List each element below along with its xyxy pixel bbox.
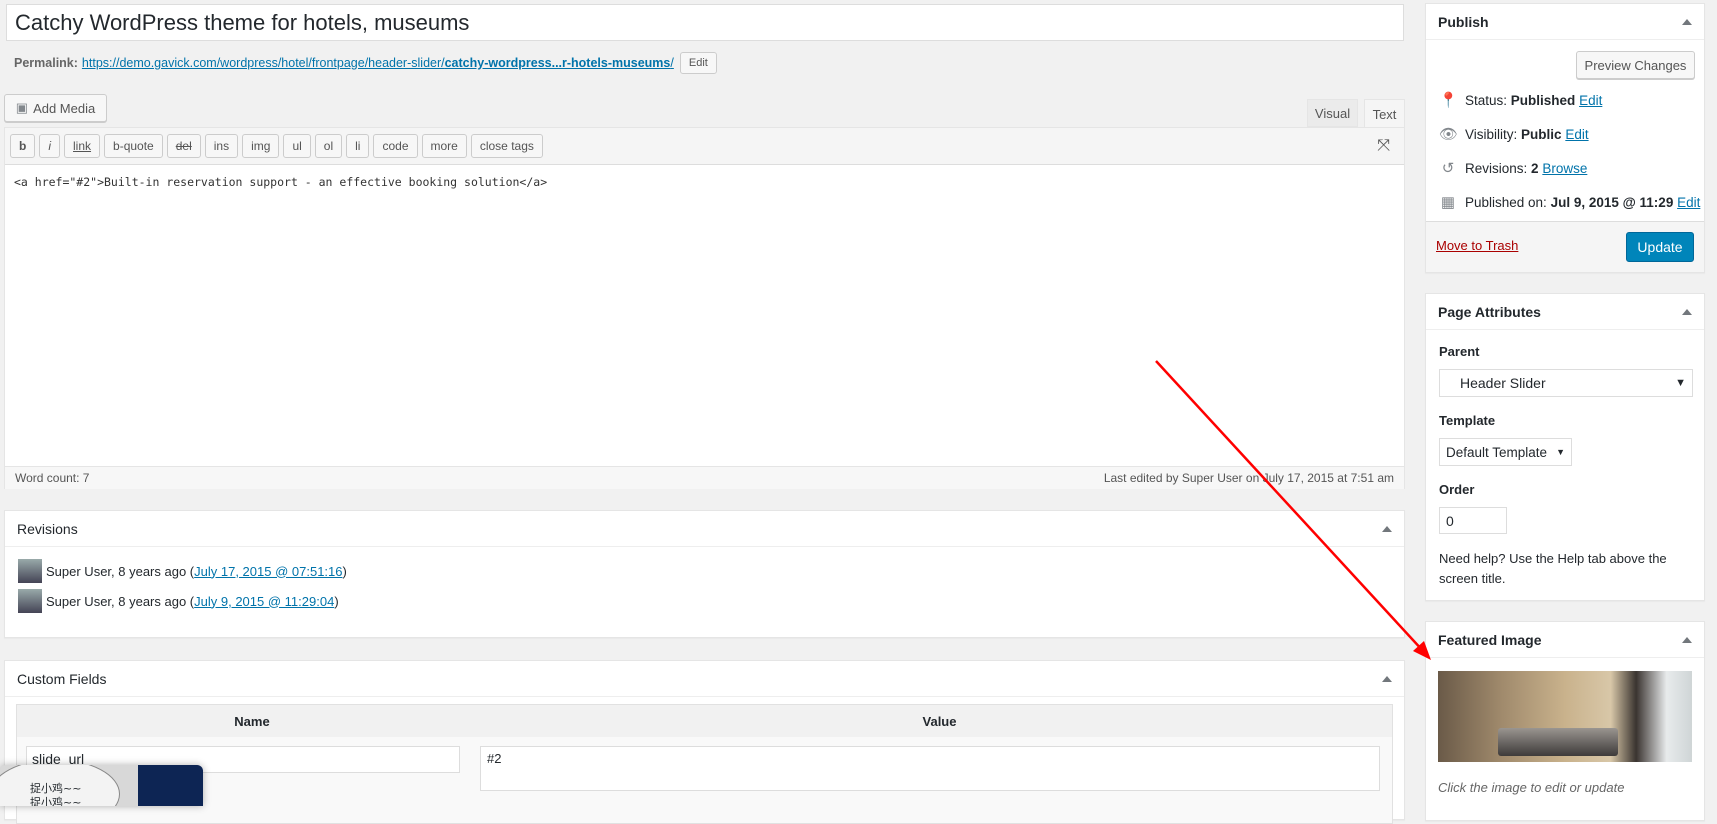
widget-text: 捉小鸡~~ xyxy=(30,796,82,806)
floating-widget[interactable]: 捉小鸡~~ 捉小鸡~~ xyxy=(0,765,203,806)
annotation-arrow xyxy=(1155,360,1431,660)
